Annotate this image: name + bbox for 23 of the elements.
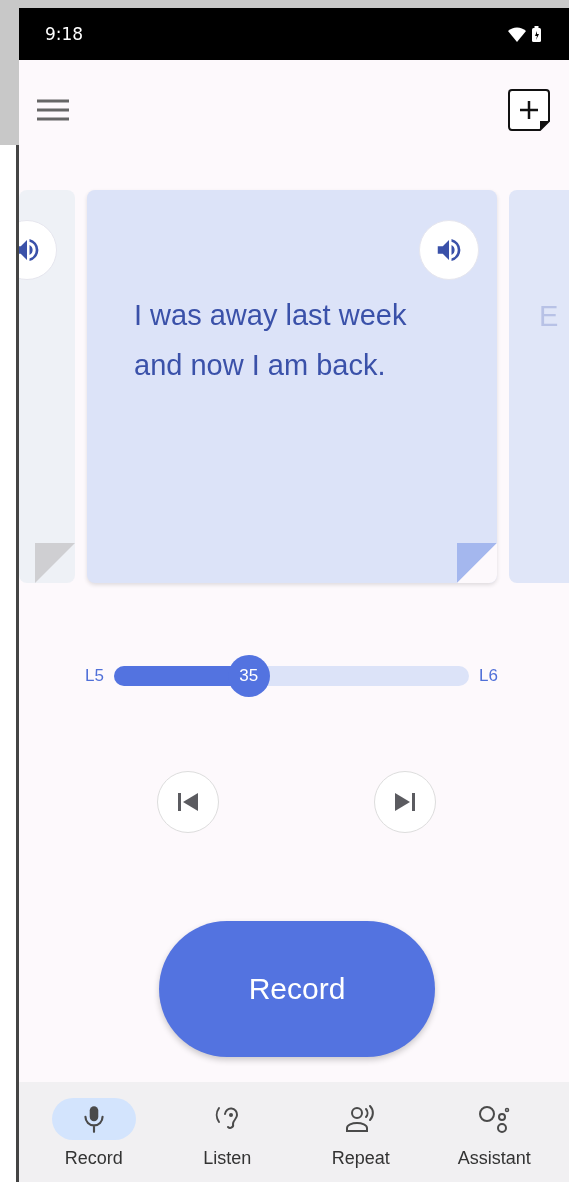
phrase-text: I was away last week and now I am back. — [134, 298, 408, 383]
nav-tab[interactable]: Listen — [160, 1082, 294, 1182]
page-fold-icon — [35, 543, 75, 583]
slider-thumb[interactable]: 35 — [227, 655, 270, 697]
record-button[interactable]: Record — [159, 921, 435, 1057]
status-time: 9:18 — [45, 24, 84, 44]
page-fold-icon — [457, 543, 497, 583]
skip-next-icon — [394, 792, 416, 812]
menu-button[interactable] — [36, 99, 70, 121]
skip-previous-icon — [177, 792, 199, 812]
wifi-icon — [508, 26, 526, 42]
add-card-icon — [507, 88, 551, 132]
nav-tab[interactable]: Assistant — [427, 1082, 561, 1182]
battery-icon — [532, 26, 541, 42]
nav-tab[interactable]: Repeat — [294, 1082, 428, 1182]
slider-start-label: L5 — [85, 666, 104, 686]
slider-end-label: L6 — [478, 666, 498, 686]
assistant-icon — [478, 1104, 511, 1134]
flashcard[interactable]: I was away last week and now I am back. — [87, 190, 497, 583]
level-slider[interactable]: 35 — [113, 655, 469, 697]
menu-icon — [36, 99, 70, 121]
nav-tab[interactable]: Record — [27, 1082, 161, 1182]
add-card-button[interactable] — [507, 88, 551, 132]
